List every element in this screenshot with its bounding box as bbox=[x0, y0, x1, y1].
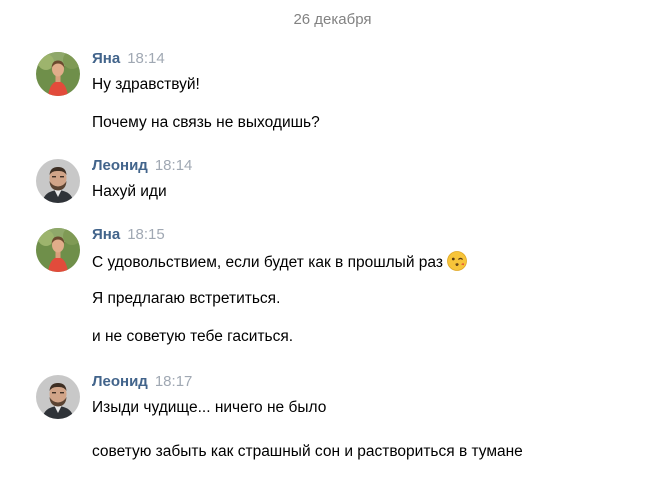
message-text: С удовольствием, если будет как в прошлы… bbox=[92, 251, 467, 273]
author-name[interactable]: Яна bbox=[92, 50, 120, 67]
message-text: Ну здравствуй! bbox=[92, 76, 200, 93]
winking-kiss-emoji-icon bbox=[447, 251, 467, 271]
message-text: Я предлагаю встретиться. bbox=[92, 290, 281, 307]
message-text: и не советую тебе гаситься. bbox=[92, 328, 294, 345]
message-text: Нахуй иди bbox=[92, 183, 167, 200]
message-header: Леонид 18:14 bbox=[92, 156, 192, 176]
timestamp[interactable]: 18:14 bbox=[155, 157, 193, 174]
message-header: Яна 18:15 bbox=[92, 225, 165, 245]
author-name[interactable]: Яна bbox=[92, 226, 120, 243]
author-name[interactable]: Леонид bbox=[92, 157, 148, 174]
message-text: Изыди чудище... ничего не было bbox=[92, 399, 327, 416]
timestamp[interactable]: 18:15 bbox=[127, 226, 165, 243]
message-text: советую забыть как страшный сон и раство… bbox=[92, 443, 523, 460]
message-text: Почему на связь не выходишь? bbox=[92, 114, 320, 131]
message-header: Леонид 18:17 bbox=[92, 372, 192, 392]
female-avatar-icon[interactable] bbox=[36, 52, 80, 96]
female-avatar-icon[interactable] bbox=[36, 228, 80, 272]
timestamp[interactable]: 18:14 bbox=[127, 50, 165, 67]
timestamp[interactable]: 18:17 bbox=[155, 373, 193, 390]
date-divider: 26 декабря bbox=[293, 11, 372, 28]
message-text-content: С удовольствием, если будет как в прошлы… bbox=[92, 254, 443, 271]
message-header: Яна 18:14 bbox=[92, 49, 165, 69]
author-name[interactable]: Леонид bbox=[92, 373, 148, 390]
male-avatar-icon[interactable] bbox=[36, 159, 80, 203]
male-avatar-icon[interactable] bbox=[36, 375, 80, 419]
